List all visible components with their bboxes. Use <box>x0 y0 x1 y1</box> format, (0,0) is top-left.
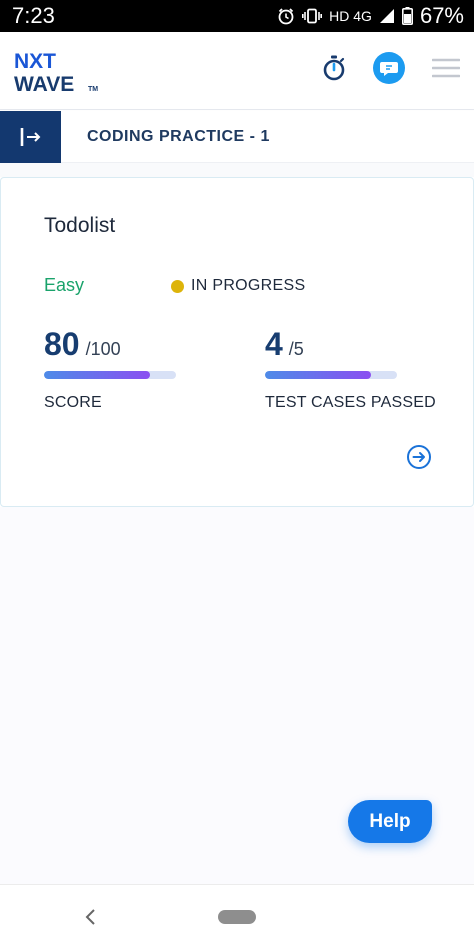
difficulty-label: Easy <box>44 275 85 295</box>
status-dot-icon <box>171 279 184 293</box>
expand-sidebar-icon <box>20 127 40 146</box>
course-title: CODING PRACTICE - 1 <box>87 127 270 145</box>
test-cases-value: 4 <box>265 326 283 362</box>
back-chevron-icon[interactable] <box>82 907 100 927</box>
test-cases-progress-bar <box>265 371 397 379</box>
stopwatch-icon[interactable] <box>322 55 346 86</box>
network-label: HD 4G <box>329 8 372 24</box>
test-cases-total: /5 <box>288 339 304 359</box>
score-total: /100 <box>85 339 121 359</box>
score-label: SCORE <box>44 394 102 411</box>
battery-icon <box>401 7 413 25</box>
test-cases-metric: 4 /5 TEST CASES PASSED <box>265 326 436 412</box>
question-title: Todolist <box>44 214 116 237</box>
logo-tm: TM <box>88 86 98 93</box>
question-card[interactable]: Todolist Easy IN PROGRESS 80 /100 SCORE … <box>0 177 474 507</box>
test-cases-label: TEST CASES PASSED <box>265 394 436 411</box>
chat-bubble-icon[interactable] <box>372 51 406 90</box>
status-bar: 7:23 HD 4G 67% <box>0 0 474 32</box>
battery-percent: 67% <box>419 3 464 28</box>
status-text: IN PROGRESS <box>191 277 306 294</box>
vibrate-icon <box>302 8 323 24</box>
logo-text-top: NXT <box>14 50 56 73</box>
header-actions <box>322 51 461 90</box>
course-bar: CODING PRACTICE - 1 <box>0 110 474 163</box>
status-icons: HD 4G 67% <box>277 3 464 29</box>
logo-text-bottom: WAVE <box>14 73 74 96</box>
signal-icon <box>379 8 395 24</box>
app-header: NXT WAVE TM <box>0 32 474 110</box>
score-progress-fill <box>44 371 150 379</box>
arrow-right-circle-icon[interactable] <box>406 444 432 470</box>
progress-status: IN PROGRESS <box>171 277 305 295</box>
system-nav-bar <box>0 884 474 948</box>
home-pill-icon[interactable] <box>218 910 256 924</box>
alarm-icon <box>277 7 295 25</box>
score-progress-bar <box>44 371 176 379</box>
hamburger-menu-icon[interactable] <box>431 58 461 83</box>
test-cases-progress-fill <box>265 371 371 379</box>
score-metric: 80 /100 SCORE <box>44 326 176 412</box>
status-time: 7:23 <box>12 3 55 28</box>
sidebar-toggle-button[interactable] <box>0 110 61 163</box>
nxtwave-logo[interactable]: NXT WAVE TM <box>14 46 106 96</box>
content-gap <box>0 163 474 177</box>
score-value: 80 <box>44 326 80 362</box>
help-button[interactable]: Help <box>348 800 432 843</box>
